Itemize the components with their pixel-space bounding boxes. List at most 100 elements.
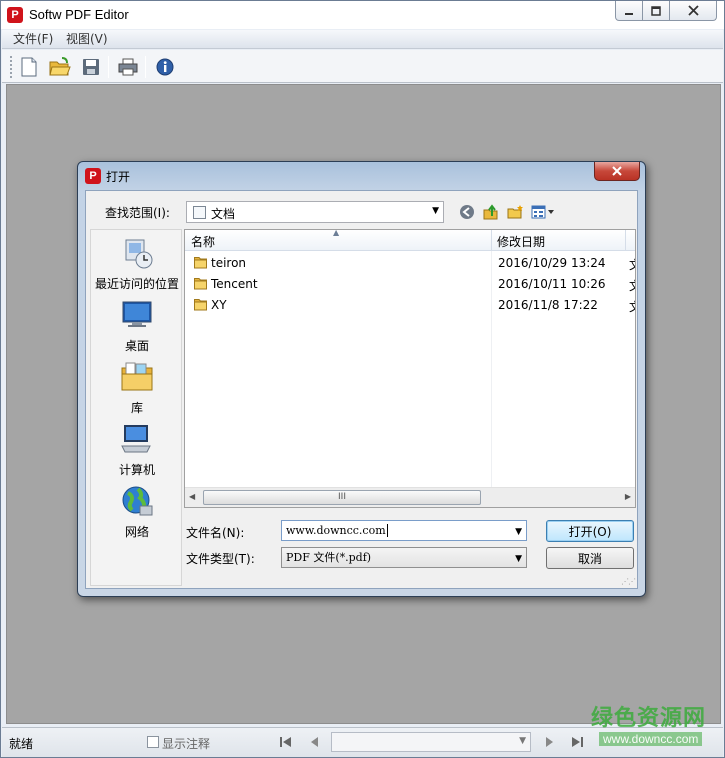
libraries-icon (121, 362, 153, 391)
filename-value: www.downcc.com (286, 524, 386, 537)
file-name: teiron (211, 256, 247, 270)
title-bar[interactable]: P Softw PDF Editor (1, 1, 724, 29)
toolbar-separator (108, 56, 109, 78)
open-file-dialog: P 打开 查找范围(I): 文档 ▼ 最近访问的位置 桌面 库 计算机 网络 ▲… (77, 161, 646, 597)
scroll-left-icon[interactable]: ◀ (189, 492, 195, 501)
previous-page-icon (311, 737, 318, 747)
open-folder-icon (49, 57, 71, 76)
cancel-button[interactable]: 取消 (546, 547, 634, 569)
show-annotations-label: 显示注释 (162, 737, 211, 751)
next-page-icon (546, 737, 553, 747)
close-icon (612, 166, 622, 176)
dialog-title: 打开 (106, 170, 131, 184)
place-label: 最近访问的位置 (94, 277, 179, 291)
back-button[interactable] (458, 203, 476, 221)
open-button[interactable] (48, 55, 72, 79)
file-type-cut: 文 (629, 256, 635, 273)
place-network[interactable]: 网络 (91, 484, 183, 540)
view-menu-button[interactable] (530, 203, 556, 221)
dialog-close-button[interactable] (594, 162, 640, 181)
file-row[interactable]: teiron 2016/10/29 13:24 文 (185, 253, 635, 274)
maximize-button[interactable] (642, 1, 670, 21)
minimize-button[interactable] (615, 1, 643, 21)
filetype-value: PDF 文件(*.pdf) (286, 551, 372, 564)
column-type-header[interactable]: ⋮ (630, 233, 635, 247)
resize-grip[interactable]: ⋰⋰ (621, 577, 636, 586)
file-type-cut: 文 (629, 298, 635, 315)
previous-page-button[interactable] (304, 732, 324, 752)
menu-view[interactable]: 视图(V) (66, 32, 108, 47)
maximize-icon (651, 5, 661, 16)
file-modified: 2016/10/29 13:24 (498, 256, 606, 270)
chevron-down-icon: ▼ (515, 554, 522, 564)
chevron-down-icon[interactable]: ▼ (515, 525, 522, 539)
place-label: 桌面 (124, 339, 149, 353)
dialog-app-icon: P (85, 168, 101, 184)
recent-places-icon (125, 239, 153, 269)
close-icon (687, 5, 699, 16)
folder-icon (194, 299, 207, 311)
filename-input[interactable]: www.downcc.com ▼ (281, 520, 527, 541)
documents-folder-icon (193, 206, 206, 219)
watermark-logo-text: 绿色资源网 (591, 706, 707, 731)
status-text: 就绪 (9, 737, 34, 751)
places-bar: 最近访问的位置 桌面 库 计算机 网络 (90, 229, 182, 586)
dialog-body: 查找范围(I): 文档 ▼ 最近访问的位置 桌面 库 计算机 网络 ▲ 名称 修… (85, 190, 638, 589)
network-globe-icon (122, 486, 153, 516)
file-name: XY (211, 298, 227, 312)
place-libraries[interactable]: 库 (91, 360, 183, 416)
place-recent[interactable]: 最近访问的位置 (91, 236, 183, 292)
filename-label: 文件名(N): (186, 526, 245, 540)
page-selector[interactable]: ▼ (331, 732, 531, 752)
toolbar-grip[interactable] (10, 56, 12, 78)
look-in-dropdown[interactable]: 文档 ▼ (186, 201, 444, 223)
up-one-level-button[interactable] (482, 203, 500, 221)
scroll-right-icon[interactable]: ▶ (625, 492, 631, 501)
chevron-down-icon: ▼ (432, 206, 439, 216)
menu-bar: 文件(F) 视图(V) (2, 30, 723, 49)
file-list[interactable]: ▲ 名称 修改日期 ⋮ teiron 2016/10/29 13:24 文 Te… (184, 229, 636, 508)
print-button[interactable] (116, 55, 140, 79)
save-button[interactable] (79, 55, 103, 79)
first-page-icon (280, 737, 291, 747)
file-row[interactable]: Tencent 2016/10/11 10:26 文 (185, 274, 635, 295)
horizontal-scrollbar[interactable]: ◀ III ▶ (185, 487, 635, 507)
place-desktop[interactable]: 桌面 (91, 298, 183, 354)
back-arrow-icon (460, 205, 474, 219)
last-page-button[interactable] (567, 732, 587, 752)
filetype-dropdown[interactable]: PDF 文件(*.pdf) ▼ (281, 547, 527, 568)
column-divider[interactable] (625, 230, 626, 251)
print-icon (118, 58, 138, 76)
file-row[interactable]: XY 2016/11/8 17:22 文 (185, 295, 635, 316)
new-document-icon (21, 57, 37, 77)
last-page-icon (572, 737, 583, 747)
file-list-header: ▲ 名称 修改日期 ⋮ (185, 230, 635, 251)
column-name-header[interactable]: 名称 (191, 233, 215, 250)
open-button[interactable]: 打开(O) (546, 520, 634, 542)
scrollbar-thumb[interactable]: III (203, 490, 481, 505)
close-button[interactable] (669, 1, 717, 21)
show-annotations-checkbox[interactable] (147, 736, 159, 748)
chevron-down-icon: ▼ (519, 736, 526, 746)
app-icon: P (7, 7, 23, 23)
next-page-button[interactable] (540, 732, 560, 752)
file-name: Tencent (211, 277, 258, 291)
view-list-icon (531, 205, 554, 219)
new-folder-button[interactable] (506, 203, 524, 221)
folder-icon (194, 257, 207, 269)
place-label: 网络 (124, 525, 149, 539)
column-modified-header[interactable]: 修改日期 (497, 233, 545, 250)
first-page-button[interactable] (276, 732, 296, 752)
menu-file[interactable]: 文件(F) (13, 32, 53, 47)
place-computer[interactable]: 计算机 (91, 422, 183, 478)
place-label: 计算机 (118, 463, 155, 477)
column-divider[interactable] (491, 230, 492, 251)
look-in-value: 文档 (211, 207, 236, 221)
new-button[interactable] (17, 55, 41, 79)
new-folder-icon (507, 205, 523, 219)
info-button[interactable] (153, 55, 177, 79)
toolbar-separator (145, 56, 146, 78)
minimize-icon (625, 12, 633, 15)
window-title: Softw PDF Editor (29, 7, 129, 22)
info-icon (156, 58, 174, 76)
